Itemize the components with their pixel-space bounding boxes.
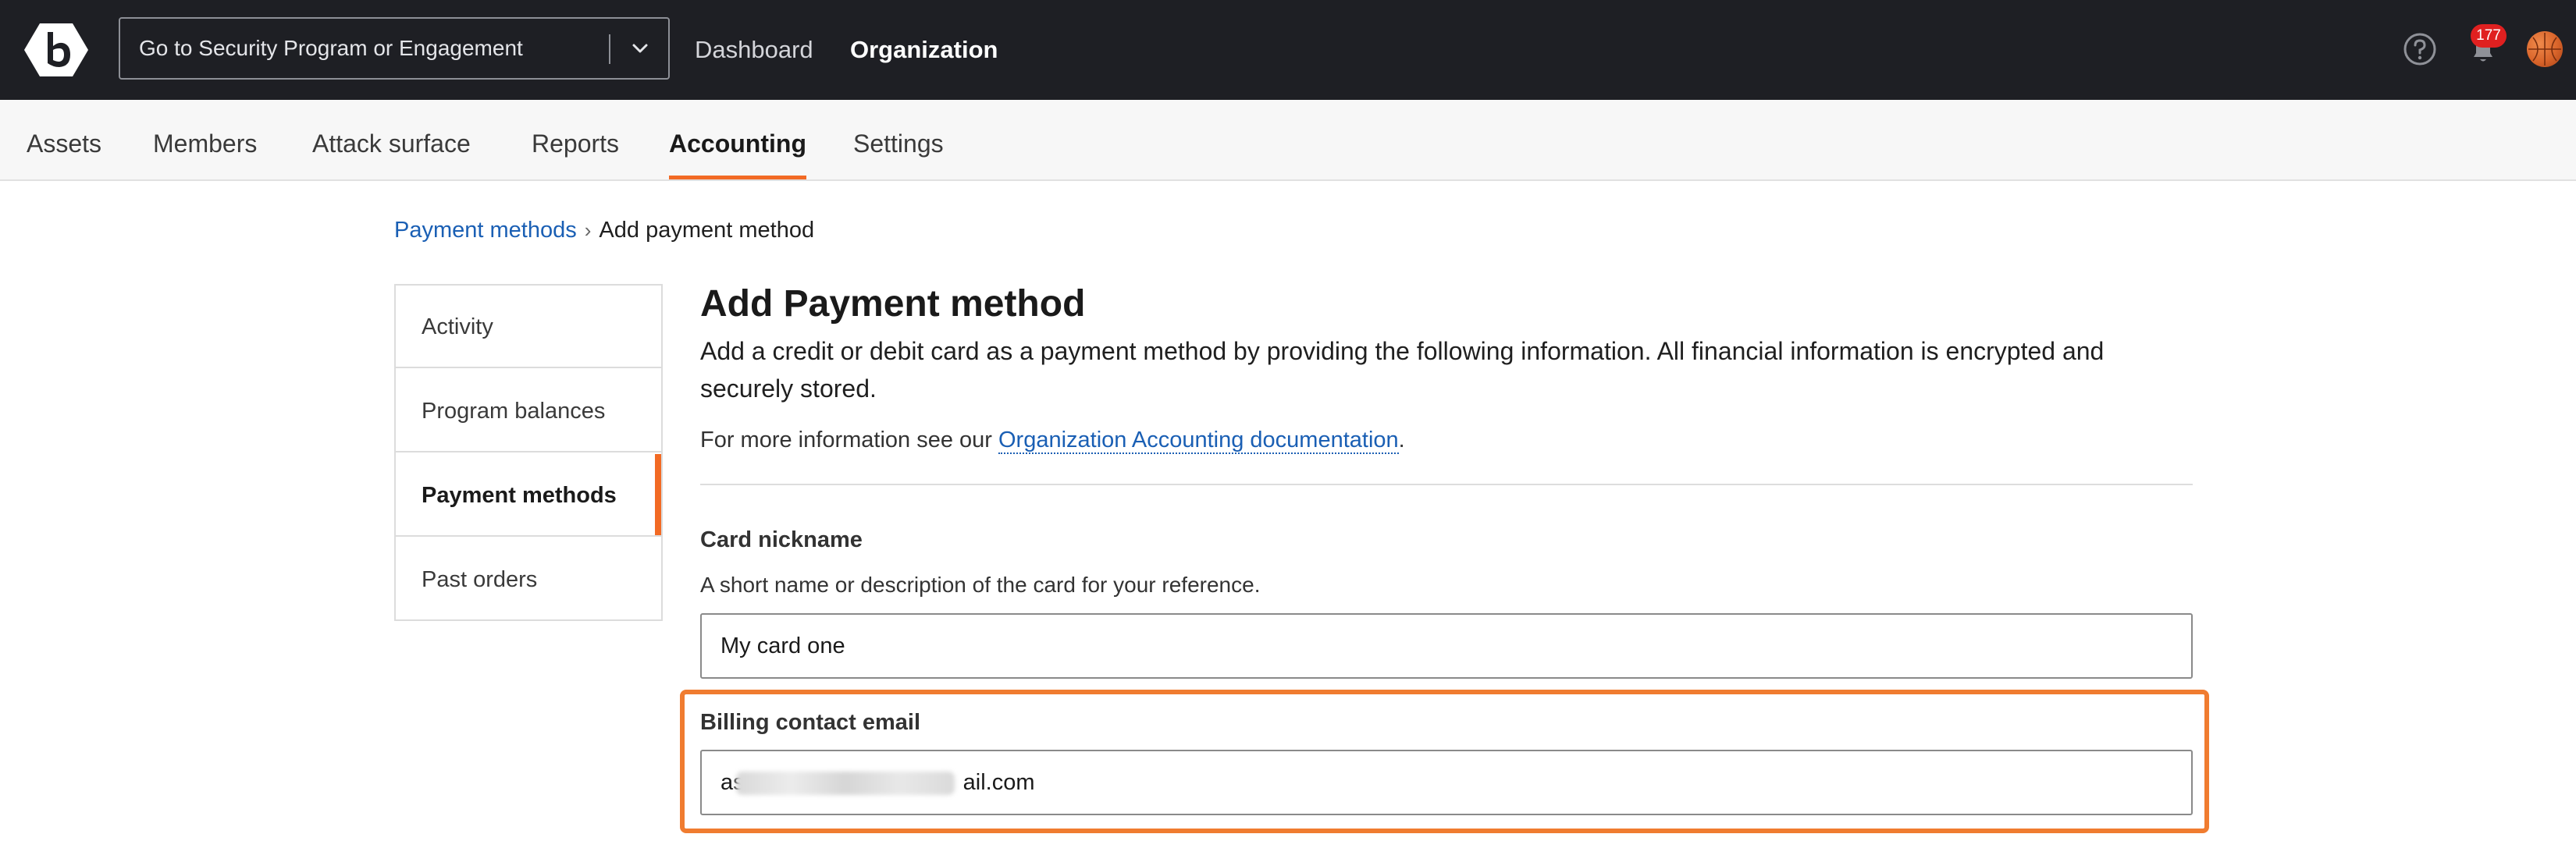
avatar[interactable] — [2527, 31, 2563, 67]
basketball-avatar-icon — [2528, 33, 2561, 66]
nav-dashboard-link[interactable]: Dashboard — [695, 0, 813, 100]
breadcrumb-separator-icon: › — [584, 218, 592, 242]
organization-subnav: Assets Members Attack surface Reports Ac… — [0, 100, 2576, 181]
more-info-suffix: . — [1398, 428, 1405, 452]
redacted-blur — [736, 772, 955, 795]
tab-accounting[interactable]: Accounting — [669, 100, 806, 179]
tab-assets[interactable]: Assets — [27, 100, 101, 179]
chevron-down-icon[interactable] — [624, 33, 656, 64]
breadcrumb: Payment methods › Add payment method — [394, 218, 814, 243]
select-divider — [609, 34, 610, 64]
side-menu-item-activity[interactable]: Activity — [396, 286, 661, 368]
help-circle-icon[interactable] — [2402, 31, 2438, 67]
side-menu-item-program-balances[interactable]: Program balances — [396, 370, 661, 452]
bugcrowd-logo-icon[interactable] — [23, 22, 89, 78]
page-description: Add a credit or debit card as a payment … — [700, 337, 2105, 403]
program-select-value: Go to Security Program or Engagement — [139, 36, 523, 60]
billing-email-label: Billing contact email — [700, 710, 920, 735]
more-info-text: For more information see our Organizatio… — [700, 428, 1405, 454]
card-nickname-label: Card nickname — [700, 527, 863, 552]
tab-members[interactable]: Members — [153, 100, 257, 179]
more-info-prefix: For more information see our — [700, 428, 998, 452]
notification-count-badge: 177 — [2471, 24, 2507, 48]
top-header: Go to Security Program or Engagement Das… — [0, 0, 2576, 100]
section-divider — [700, 484, 2193, 485]
side-menu-item-payment-methods[interactable]: Payment methods — [396, 454, 661, 537]
breadcrumb-current: Add payment method — [599, 218, 815, 243]
page-title: Add Payment method — [700, 283, 1086, 325]
nav-organization-link[interactable]: Organization — [850, 0, 998, 100]
accounting-side-menu: Activity Program balances Payment method… — [394, 284, 663, 621]
accounting-documentation-link[interactable]: Organization Accounting documentation — [998, 428, 1399, 454]
card-nickname-input[interactable] — [700, 613, 2193, 679]
card-nickname-help: A short name or description of the card … — [700, 573, 1261, 597]
program-engagement-select[interactable]: Go to Security Program or Engagement — [119, 17, 670, 80]
side-menu-item-past-orders[interactable]: Past orders — [396, 538, 661, 621]
billing-email-input[interactable]: as ail.com — [700, 750, 2193, 815]
tab-reports[interactable]: Reports — [532, 100, 619, 179]
tab-settings[interactable]: Settings — [853, 100, 944, 179]
tab-attack-surface[interactable]: Attack surface — [312, 100, 471, 179]
breadcrumb-payment-methods-link[interactable]: Payment methods — [394, 218, 577, 243]
billing-email-end: ail.com — [962, 770, 1035, 795]
